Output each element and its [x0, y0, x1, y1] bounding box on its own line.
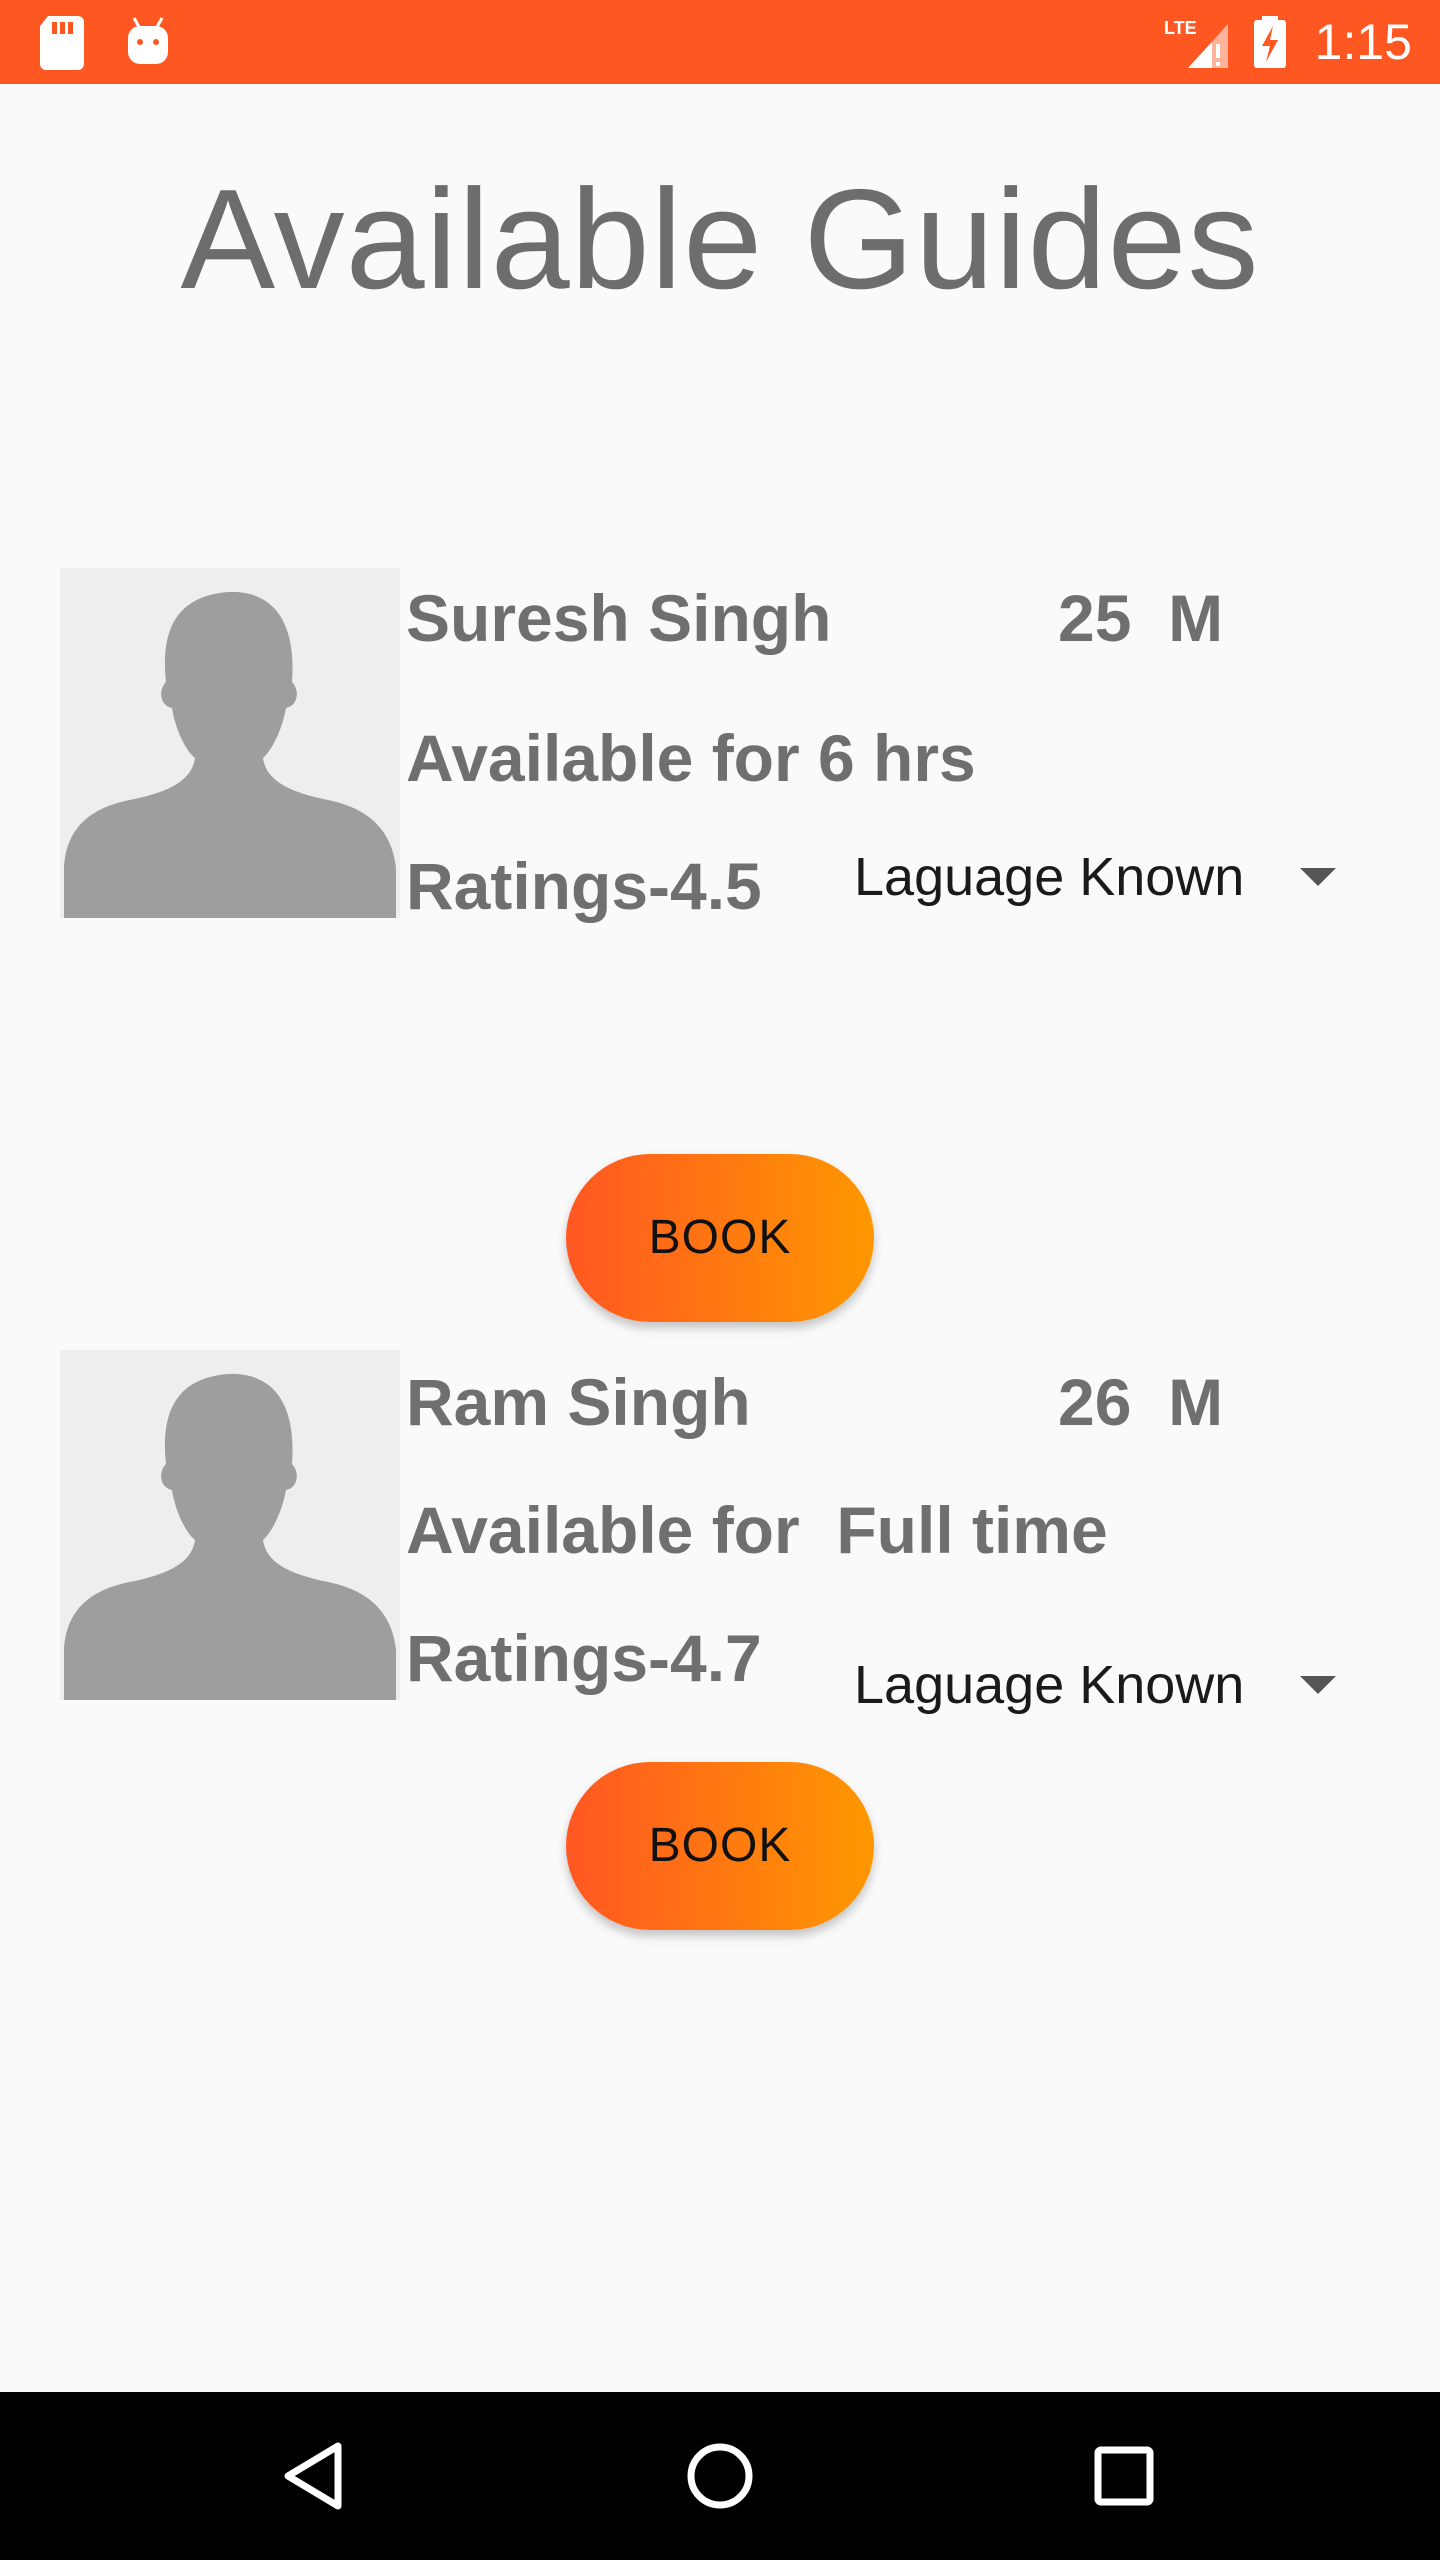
- guide-availability: Available for Full time: [406, 1493, 1108, 1567]
- status-bar: LTE 1:15: [0, 0, 1440, 84]
- language-dropdown[interactable]: Laguage Known: [852, 1640, 1352, 1730]
- page-title: Available Guides: [180, 160, 1260, 319]
- svg-text:LTE: LTE: [1164, 18, 1197, 38]
- guide-age-gender: 25 M: [1058, 581, 1224, 655]
- person-placeholder-icon: [60, 1350, 400, 1700]
- language-dropdown-label: Laguage Known: [854, 847, 1245, 907]
- guide-name: Ram Singh: [406, 1365, 751, 1439]
- back-icon[interactable]: [274, 2434, 358, 2518]
- navigation-bar: [0, 2392, 1440, 2560]
- lte-signal-icon: LTE: [1164, 18, 1228, 68]
- guide-rating: Ratings-4.7: [406, 1621, 762, 1695]
- language-dropdown-label: Laguage Known: [854, 1655, 1245, 1715]
- guide-age-gender: 26 M: [1058, 1365, 1224, 1439]
- dropdown-arrow-icon: [1300, 1676, 1336, 1694]
- book-button[interactable]: BOOK: [566, 1154, 874, 1322]
- guide-name: Suresh Singh: [406, 581, 832, 655]
- book-button[interactable]: BOOK: [566, 1762, 874, 1930]
- language-dropdown[interactable]: Laguage Known: [852, 832, 1352, 922]
- home-icon[interactable]: [678, 2434, 762, 2518]
- guide-rating: Ratings-4.5: [406, 849, 762, 923]
- sd-card-icon: [40, 16, 84, 70]
- person-placeholder-icon: [60, 568, 400, 918]
- recents-icon[interactable]: [1082, 2434, 1166, 2518]
- status-time: 1:15: [1314, 14, 1412, 70]
- dropdown-arrow-icon: [1300, 868, 1336, 886]
- guide-availability: Available for 6 hrs: [406, 721, 976, 795]
- android-debug-icon: [128, 17, 168, 64]
- battery-charging-icon: [1254, 16, 1286, 68]
